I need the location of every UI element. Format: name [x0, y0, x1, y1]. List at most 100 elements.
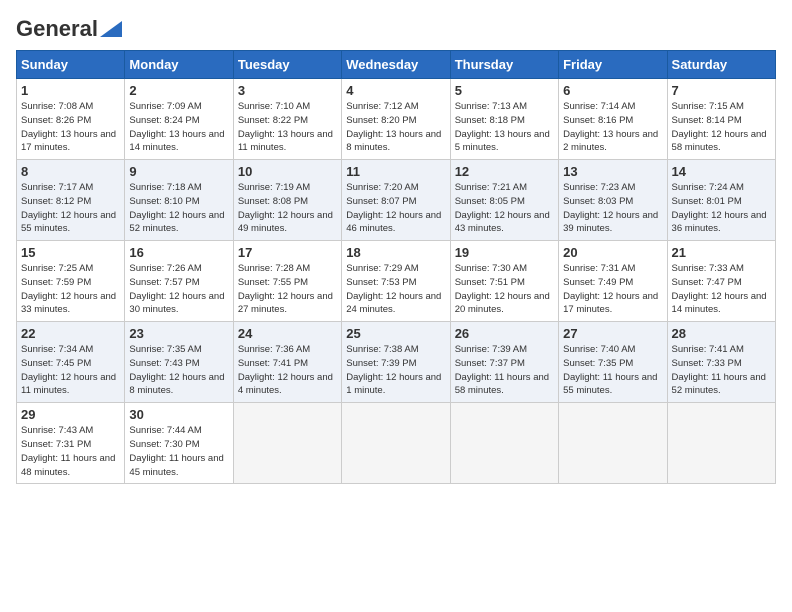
day-number: 10	[238, 164, 337, 179]
cell-info: Sunrise: 7:39 AMSunset: 7:37 PMDaylight:…	[455, 343, 554, 398]
cell-info: Sunrise: 7:21 AMSunset: 8:05 PMDaylight:…	[455, 181, 554, 236]
page-header: General	[16, 16, 776, 38]
calendar-week-row: 8Sunrise: 7:17 AMSunset: 8:12 PMDaylight…	[17, 160, 776, 241]
col-header-tuesday: Tuesday	[233, 51, 341, 79]
cell-info: Sunrise: 7:18 AMSunset: 8:10 PMDaylight:…	[129, 181, 228, 236]
col-header-monday: Monday	[125, 51, 233, 79]
cell-info: Sunrise: 7:23 AMSunset: 8:03 PMDaylight:…	[563, 181, 662, 236]
cell-info: Sunrise: 7:40 AMSunset: 7:35 PMDaylight:…	[563, 343, 662, 398]
col-header-thursday: Thursday	[450, 51, 558, 79]
calendar-cell: 13 Sunrise: 7:23 AMSunset: 8:03 PMDayligh…	[559, 160, 667, 241]
day-number: 6	[563, 83, 662, 98]
calendar-cell: 7 Sunrise: 7:15 AMSunset: 8:14 PMDaylight…	[667, 79, 775, 160]
day-number: 29	[21, 407, 120, 422]
day-number: 1	[21, 83, 120, 98]
calendar-cell: 8Sunrise: 7:17 AMSunset: 8:12 PMDaylight…	[17, 160, 125, 241]
day-number: 3	[238, 83, 337, 98]
logo-general: General	[16, 16, 98, 42]
day-number: 19	[455, 245, 554, 260]
day-number: 17	[238, 245, 337, 260]
calendar-cell: 3Sunrise: 7:10 AMSunset: 8:22 PMDaylight…	[233, 79, 341, 160]
calendar-cell: 25 Sunrise: 7:38 AMSunset: 7:39 PMDayligh…	[342, 322, 450, 403]
day-number: 18	[346, 245, 445, 260]
calendar-cell: 29 Sunrise: 7:43 AMSunset: 7:31 PMDayligh…	[17, 403, 125, 484]
calendar-cell: 23Sunrise: 7:35 AMSunset: 7:43 PMDayligh…	[125, 322, 233, 403]
cell-info: Sunrise: 7:19 AMSunset: 8:08 PMDaylight:…	[238, 181, 337, 236]
calendar-cell: 22 Sunrise: 7:34 AMSunset: 7:45 PMDayligh…	[17, 322, 125, 403]
calendar-week-row: 15 Sunrise: 7:25 AMSunset: 7:59 PMDayligh…	[17, 241, 776, 322]
cell-info: Sunrise: 7:09 AMSunset: 8:24 PMDaylight:…	[129, 100, 228, 155]
cell-info: Sunrise: 7:24 AMSunset: 8:01 PMDaylight:…	[672, 181, 771, 236]
calendar-cell: 17 Sunrise: 7:28 AMSunset: 7:55 PMDayligh…	[233, 241, 341, 322]
cell-info: Sunrise: 7:35 AMSunset: 7:43 PMDaylight:…	[129, 343, 228, 398]
cell-info: Sunrise: 7:43 AMSunset: 7:31 PMDaylight:…	[21, 424, 120, 479]
day-number: 28	[672, 326, 771, 341]
col-header-wednesday: Wednesday	[342, 51, 450, 79]
day-number: 7	[672, 83, 771, 98]
cell-info: Sunrise: 7:14 AMSunset: 8:16 PMDaylight:…	[563, 100, 662, 155]
cell-info: Sunrise: 7:41 AMSunset: 7:33 PMDaylight:…	[672, 343, 771, 398]
day-number: 9	[129, 164, 228, 179]
calendar-cell	[342, 403, 450, 484]
logo: General	[16, 16, 122, 38]
calendar-cell: 27 Sunrise: 7:40 AMSunset: 7:35 PMDayligh…	[559, 322, 667, 403]
col-header-sunday: Sunday	[17, 51, 125, 79]
cell-info: Sunrise: 7:08 AMSunset: 8:26 PMDaylight:…	[21, 100, 120, 155]
calendar-cell: 1 Sunrise: 7:08 AMSunset: 8:26 PMDaylight…	[17, 79, 125, 160]
calendar-cell: 15 Sunrise: 7:25 AMSunset: 7:59 PMDayligh…	[17, 241, 125, 322]
calendar-cell: 14 Sunrise: 7:24 AMSunset: 8:01 PMDayligh…	[667, 160, 775, 241]
cell-info: Sunrise: 7:15 AMSunset: 8:14 PMDaylight:…	[672, 100, 771, 155]
day-number: 14	[672, 164, 771, 179]
day-number: 11	[346, 164, 445, 179]
cell-info: Sunrise: 7:25 AMSunset: 7:59 PMDaylight:…	[21, 262, 120, 317]
cell-info: Sunrise: 7:13 AMSunset: 8:18 PMDaylight:…	[455, 100, 554, 155]
cell-info: Sunrise: 7:17 AMSunset: 8:12 PMDaylight:…	[21, 181, 120, 236]
calendar-cell: 21 Sunrise: 7:33 AMSunset: 7:47 PMDayligh…	[667, 241, 775, 322]
calendar-header-row: SundayMondayTuesdayWednesdayThursdayFrid…	[17, 51, 776, 79]
cell-info: Sunrise: 7:30 AMSunset: 7:51 PMDaylight:…	[455, 262, 554, 317]
cell-info: Sunrise: 7:36 AMSunset: 7:41 PMDaylight:…	[238, 343, 337, 398]
calendar-cell: 10 Sunrise: 7:19 AMSunset: 8:08 PMDayligh…	[233, 160, 341, 241]
cell-info: Sunrise: 7:33 AMSunset: 7:47 PMDaylight:…	[672, 262, 771, 317]
calendar-cell	[450, 403, 558, 484]
calendar-cell	[667, 403, 775, 484]
day-number: 15	[21, 245, 120, 260]
col-header-saturday: Saturday	[667, 51, 775, 79]
calendar-cell: 16Sunrise: 7:26 AMSunset: 7:57 PMDayligh…	[125, 241, 233, 322]
calendar-cell: 30 Sunrise: 7:44 AMSunset: 7:30 PMDayligh…	[125, 403, 233, 484]
calendar-week-row: 1 Sunrise: 7:08 AMSunset: 8:26 PMDaylight…	[17, 79, 776, 160]
calendar-cell: 11Sunrise: 7:20 AMSunset: 8:07 PMDayligh…	[342, 160, 450, 241]
calendar-cell: 9 Sunrise: 7:18 AMSunset: 8:10 PMDaylight…	[125, 160, 233, 241]
calendar-week-row: 29 Sunrise: 7:43 AMSunset: 7:31 PMDayligh…	[17, 403, 776, 484]
calendar-table: SundayMondayTuesdayWednesdayThursdayFrid…	[16, 50, 776, 484]
calendar-cell: 12 Sunrise: 7:21 AMSunset: 8:05 PMDayligh…	[450, 160, 558, 241]
calendar-cell	[233, 403, 341, 484]
day-number: 13	[563, 164, 662, 179]
calendar-cell: 28 Sunrise: 7:41 AMSunset: 7:33 PMDayligh…	[667, 322, 775, 403]
day-number: 21	[672, 245, 771, 260]
calendar-cell: 5Sunrise: 7:13 AMSunset: 8:18 PMDaylight…	[450, 79, 558, 160]
day-number: 2	[129, 83, 228, 98]
calendar-cell: 4Sunrise: 7:12 AMSunset: 8:20 PMDaylight…	[342, 79, 450, 160]
cell-info: Sunrise: 7:38 AMSunset: 7:39 PMDaylight:…	[346, 343, 445, 398]
calendar-cell	[559, 403, 667, 484]
day-number: 30	[129, 407, 228, 422]
col-header-friday: Friday	[559, 51, 667, 79]
cell-info: Sunrise: 7:26 AMSunset: 7:57 PMDaylight:…	[129, 262, 228, 317]
cell-info: Sunrise: 7:28 AMSunset: 7:55 PMDaylight:…	[238, 262, 337, 317]
day-number: 22	[21, 326, 120, 341]
calendar-cell: 2 Sunrise: 7:09 AMSunset: 8:24 PMDaylight…	[125, 79, 233, 160]
cell-info: Sunrise: 7:31 AMSunset: 7:49 PMDaylight:…	[563, 262, 662, 317]
day-number: 4	[346, 83, 445, 98]
cell-info: Sunrise: 7:44 AMSunset: 7:30 PMDaylight:…	[129, 424, 228, 479]
day-number: 25	[346, 326, 445, 341]
day-number: 20	[563, 245, 662, 260]
day-number: 12	[455, 164, 554, 179]
calendar-cell: 24 Sunrise: 7:36 AMSunset: 7:41 PMDayligh…	[233, 322, 341, 403]
calendar-cell: 26Sunrise: 7:39 AMSunset: 7:37 PMDayligh…	[450, 322, 558, 403]
day-number: 27	[563, 326, 662, 341]
cell-info: Sunrise: 7:34 AMSunset: 7:45 PMDaylight:…	[21, 343, 120, 398]
cell-info: Sunrise: 7:29 AMSunset: 7:53 PMDaylight:…	[346, 262, 445, 317]
calendar-cell: 19 Sunrise: 7:30 AMSunset: 7:51 PMDayligh…	[450, 241, 558, 322]
day-number: 24	[238, 326, 337, 341]
